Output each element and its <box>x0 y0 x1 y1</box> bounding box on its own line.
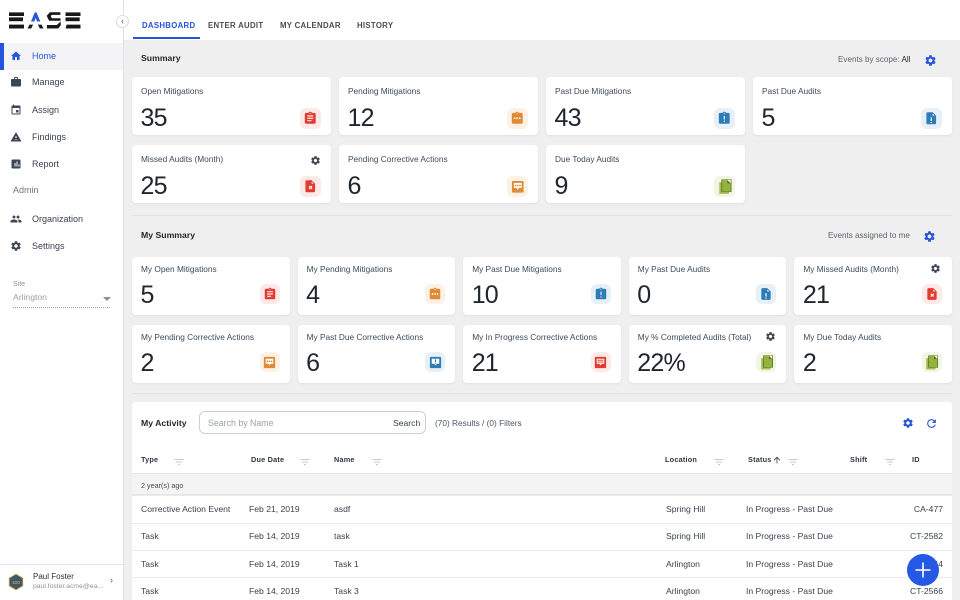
svg-text:100: 100 <box>12 580 20 586</box>
